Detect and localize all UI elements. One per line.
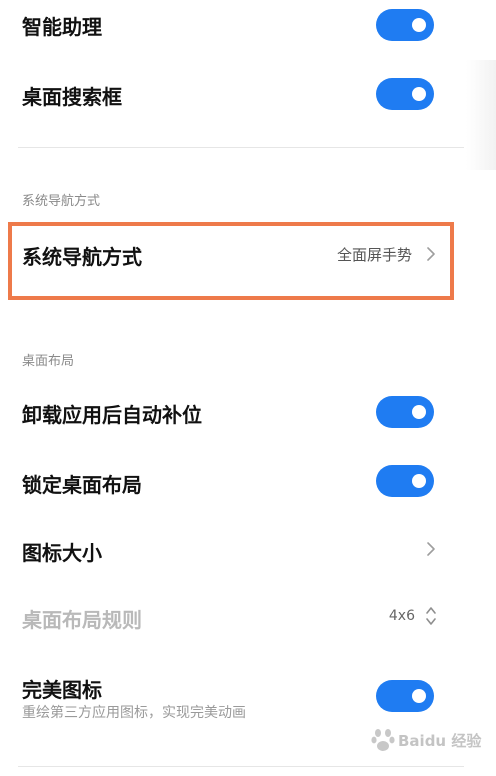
desktop-search-label: 桌面搜索框 <box>22 85 122 109</box>
lock-layout-label: 锁定桌面布局 <box>22 473 142 497</box>
icon-size-label: 图标大小 <box>22 541 102 565</box>
divider <box>18 147 464 148</box>
auto-fill-label: 卸载应用后自动补位 <box>22 403 202 427</box>
toggle-knob <box>412 18 426 32</box>
smart-assistant-toggle[interactable] <box>376 9 434 41</box>
toggle-knob <box>412 474 426 488</box>
layout-section-title: 桌面布局 <box>22 354 75 369</box>
up-down-chevron-icon <box>426 607 436 625</box>
lock-layout-row[interactable]: 锁定桌面布局 <box>0 455 496 507</box>
baidu-paw-icon <box>371 729 395 751</box>
smart-assistant-row[interactable]: 智能助理 <box>0 0 496 52</box>
toggle-knob <box>412 689 426 703</box>
smart-assistant-label: 智能助理 <box>22 15 102 39</box>
auto-fill-toggle[interactable] <box>376 396 434 428</box>
perfect-icon-row[interactable]: 完美图标 重绘第三方应用图标，实现完美动画 <box>0 664 496 728</box>
nav-section-title: 系统导航方式 <box>22 194 101 209</box>
toggle-knob <box>412 87 426 101</box>
layout-rule-label: 桌面布局规则 <box>22 608 142 632</box>
desktop-search-row[interactable]: 桌面搜索框 <box>0 66 496 118</box>
perfect-icon-label: 完美图标 <box>22 678 102 702</box>
layout-rule-value: 4x6 <box>388 608 415 624</box>
icon-size-row[interactable]: 图标大小 <box>0 524 496 576</box>
auto-fill-row[interactable]: 卸载应用后自动补位 <box>0 386 496 438</box>
perfect-icon-toggle[interactable] <box>376 680 434 712</box>
divider <box>18 766 464 767</box>
perfect-icon-sublabel: 重绘第三方应用图标，实现完美动画 <box>22 705 246 721</box>
layout-rule-row: 桌面布局规则 4x6 <box>0 592 496 644</box>
lock-layout-toggle[interactable] <box>376 465 434 497</box>
baidu-watermark: Baidu 经验 <box>370 726 482 754</box>
watermark-text: Baidu 经验 <box>398 732 482 750</box>
desktop-search-toggle[interactable] <box>376 78 434 110</box>
highlight-box <box>8 222 454 300</box>
chevron-right-icon <box>427 542 435 556</box>
toggle-knob <box>412 405 426 419</box>
